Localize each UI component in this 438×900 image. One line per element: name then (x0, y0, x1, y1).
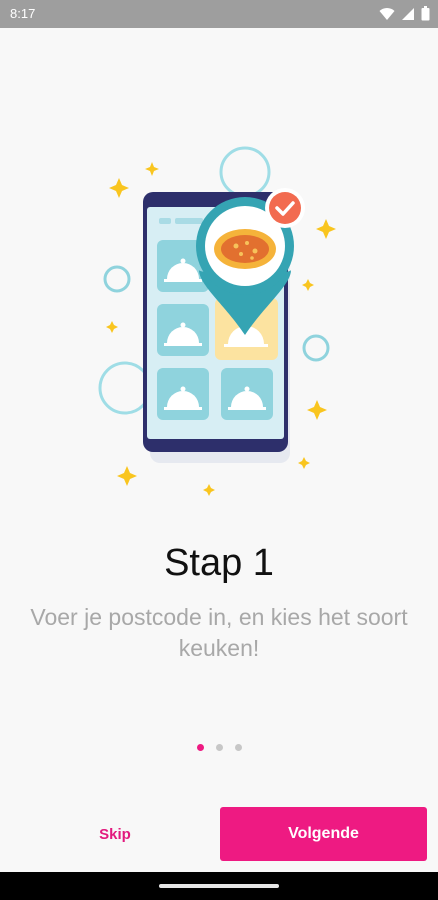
decor-circle (302, 334, 330, 362)
sparkle-icon (307, 400, 327, 420)
onboarding-title: Stap 1 (164, 542, 274, 584)
status-time: 8:17 (10, 6, 36, 21)
page-dot (215, 744, 223, 751)
onboarding-subtitle: Voer je postcode in, en kies het soort k… (30, 604, 408, 661)
signal-icon (401, 7, 415, 21)
sparkle-icon (302, 279, 314, 291)
sparkle-icon (106, 321, 118, 333)
sparkle-icon (298, 457, 310, 469)
decor-circle (103, 265, 131, 293)
page-dot (234, 744, 242, 751)
check-badge-icon (265, 188, 305, 228)
sparkle-icon (109, 178, 129, 198)
food-tile-icon (157, 368, 209, 420)
home-gesture-handle[interactable] (159, 884, 279, 888)
skip-button[interactable]: Skip (60, 808, 170, 860)
decor-circle (219, 146, 271, 198)
food-tile-icon (221, 368, 273, 420)
phone-food-map-illustration (98, 146, 336, 496)
sparkle-icon (145, 162, 159, 176)
sparkle-icon (117, 466, 137, 486)
next-button[interactable]: Volgende (220, 807, 427, 861)
page-indicator (0, 744, 438, 751)
page-dot-active (196, 744, 204, 751)
sparkle-icon (203, 484, 215, 496)
status-bar: 8:17 (0, 0, 438, 28)
sparkle-icon (316, 219, 336, 239)
decor-circle (98, 361, 152, 415)
battery-icon (421, 6, 430, 21)
status-icons (379, 6, 430, 21)
food-tile-icon (157, 304, 209, 356)
wifi-icon (379, 7, 395, 21)
